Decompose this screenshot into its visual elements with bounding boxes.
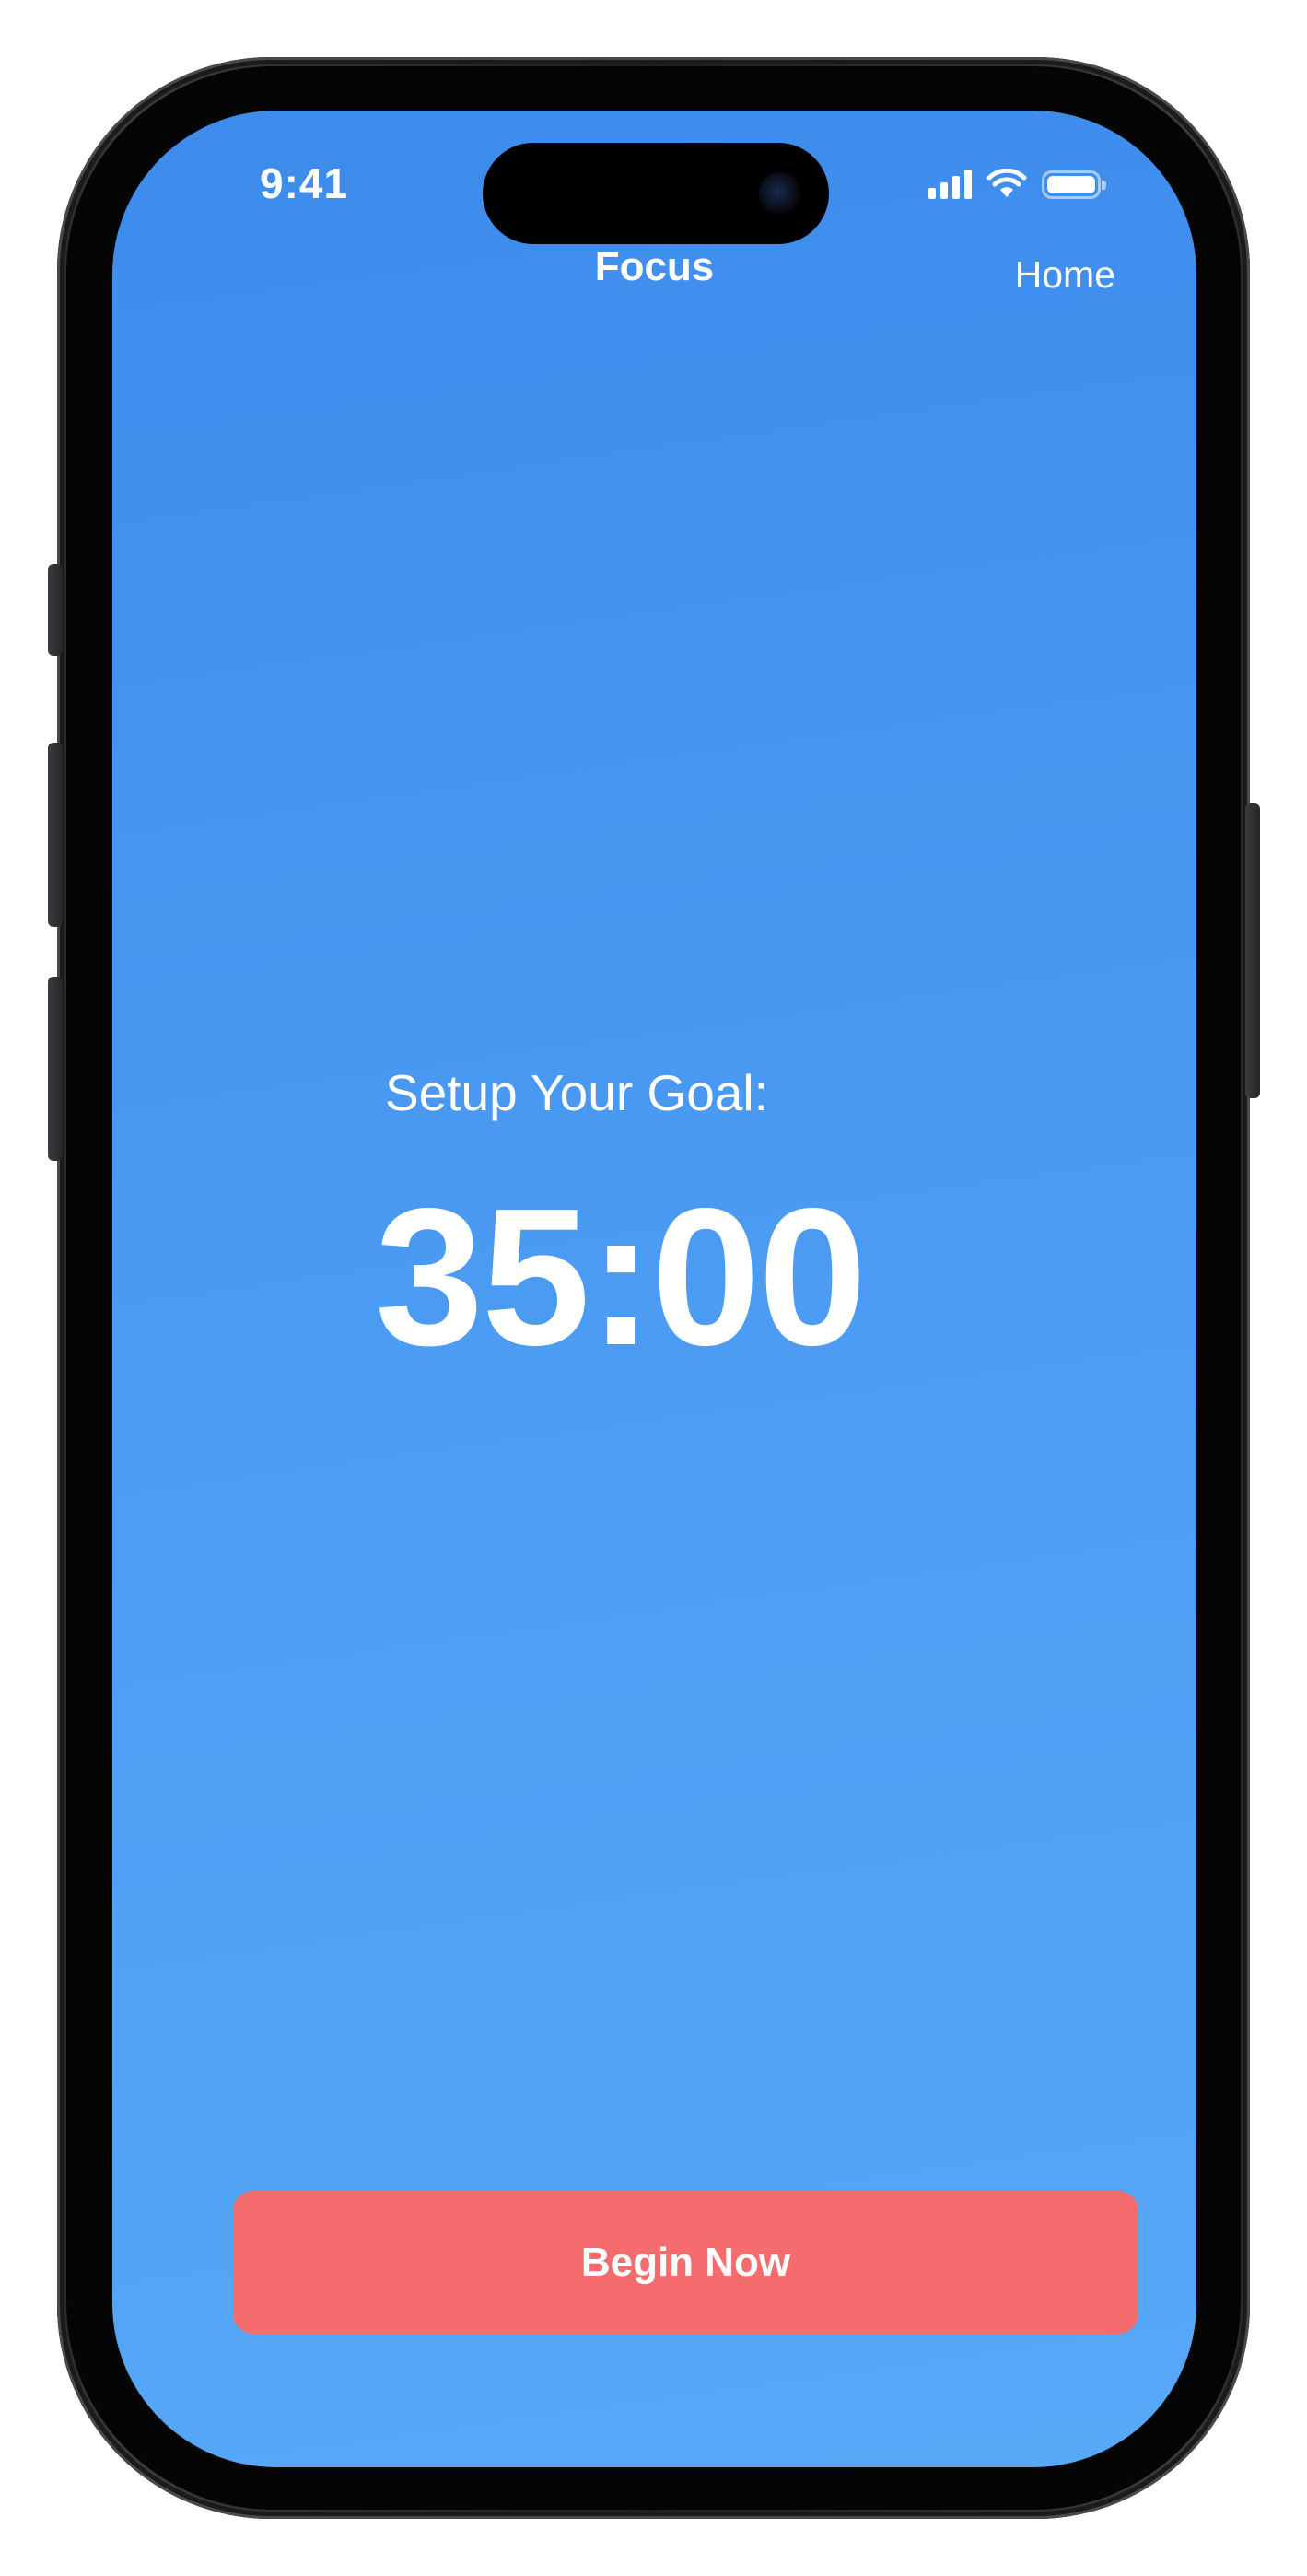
begin-now-button[interactable]: Begin Now	[233, 2191, 1138, 2334]
home-link[interactable]: Home	[1015, 253, 1115, 297]
status-time: 9:41	[260, 159, 349, 207]
cellular-signal-icon	[928, 170, 972, 199]
camera-icon	[759, 172, 801, 215]
wifi-icon	[986, 169, 1027, 197]
volume-down-button	[48, 977, 63, 1161]
battery-level	[1047, 175, 1095, 193]
battery-icon	[1042, 170, 1106, 199]
app-screen: 9:41 Focus Home Setup Your Goal: 35:00 B…	[112, 111, 1196, 2467]
dynamic-island	[483, 143, 829, 244]
volume-up-button	[48, 743, 63, 927]
action-button	[48, 564, 63, 656]
timer-display: 35:00	[375, 1167, 867, 1386]
power-button	[1245, 803, 1260, 1098]
battery-tip	[1102, 180, 1106, 190]
goal-label: Setup Your Goal:	[385, 1064, 768, 1121]
status-icons	[928, 166, 1106, 203]
